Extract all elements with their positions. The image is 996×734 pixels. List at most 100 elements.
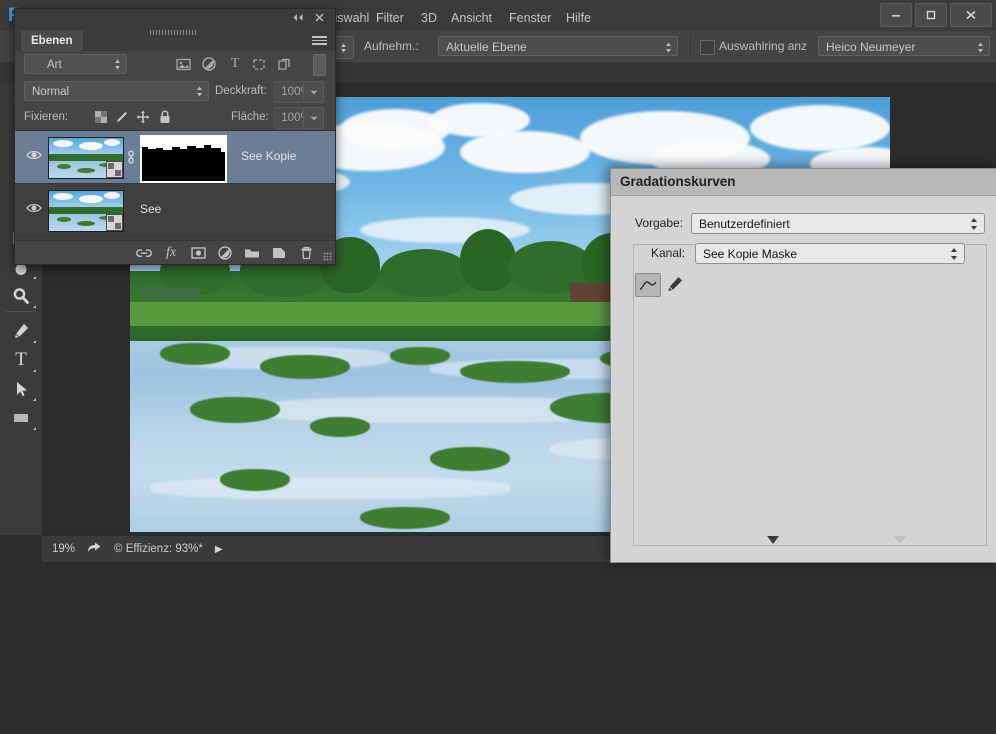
- layer-kind-select[interactable]: Art: [24, 54, 127, 74]
- path-selection-tool[interactable]: [4, 374, 38, 403]
- layer-thumbnail[interactable]: [48, 137, 124, 179]
- new-layer-icon[interactable]: [268, 244, 290, 262]
- preset-value: Benutzerdefiniert: [699, 217, 790, 231]
- type-glyph: T: [230, 56, 240, 71]
- rectangle-tool[interactable]: [4, 403, 38, 432]
- selection-ring-label: Auswahlring anz: [719, 39, 808, 53]
- layer-name[interactable]: See: [140, 202, 161, 216]
- chevron-updown-icon: [665, 40, 672, 55]
- window-controls: [880, 2, 992, 28]
- filter-smart-object-icon[interactable]: [274, 55, 294, 73]
- filter-enable-toggle[interactable]: [313, 54, 326, 76]
- lock-label: Fixieren:: [24, 111, 69, 123]
- zoom-level[interactable]: 19%: [52, 543, 75, 555]
- add-layer-mask-icon[interactable]: [187, 244, 209, 262]
- sample-select-value: Aktuelle Ebene: [446, 40, 527, 54]
- blend-mode-value: Normal: [32, 86, 70, 98]
- dodge-tool[interactable]: [4, 281, 38, 310]
- cloud: [750, 105, 890, 151]
- close-icon[interactable]: [315, 12, 324, 24]
- panel-scroll-grip[interactable]: [150, 30, 196, 35]
- filter-shape-icon[interactable]: [249, 55, 269, 73]
- chevron-updown-icon: [196, 85, 203, 105]
- lock-image-icon[interactable]: [112, 108, 131, 126]
- blend-mode-row: Normal Deckkraft: 100%: [15, 78, 335, 104]
- curves-dialog-titlebar[interactable]: Gradationskurven: [611, 169, 996, 196]
- type-tool[interactable]: T: [4, 345, 38, 374]
- layer-name[interactable]: See Kopie: [241, 149, 296, 163]
- channel-select[interactable]: See Kopie Maske: [695, 243, 965, 264]
- layers-panel: Ebenen Art T Normal Deckkraft: 100% Fixi…: [14, 8, 336, 265]
- new-adjustment-layer-icon[interactable]: [214, 244, 236, 262]
- fill-dropdown-button[interactable]: [303, 107, 324, 129]
- new-group-icon[interactable]: [241, 244, 263, 262]
- water-plant: [460, 361, 570, 383]
- curve-edit-icon[interactable]: [635, 273, 661, 297]
- table-row[interactable]: See: [15, 184, 335, 237]
- menu-item-fenster[interactable]: Fenster: [505, 9, 555, 27]
- layer-list[interactable]: See Kopie See: [15, 130, 335, 241]
- close-button[interactable]: [950, 3, 992, 27]
- tool-divider: [6, 311, 36, 312]
- smart-object-badge-icon: [106, 161, 123, 178]
- photoshop-window: Ps DateiBearbeitenBildEbeneSchriftAuswah…: [0, 0, 996, 563]
- table-row[interactable]: See Kopie: [15, 131, 335, 184]
- panel-menu-icon[interactable]: [312, 36, 327, 46]
- layers-panel-titlebar[interactable]: [15, 9, 335, 30]
- maximize-button[interactable]: [915, 3, 947, 27]
- user-select[interactable]: Heico Neumeyer: [818, 36, 990, 56]
- minimize-button[interactable]: [880, 3, 912, 27]
- black-point-marker[interactable]: [766, 536, 779, 544]
- lock-transparency-icon[interactable]: [91, 108, 110, 126]
- layer-thumbnail[interactable]: [48, 190, 124, 232]
- pencil-icon[interactable]: [663, 273, 687, 295]
- share-icon[interactable]: [87, 541, 102, 557]
- filter-type-icon[interactable]: T: [225, 55, 245, 73]
- cloud: [460, 131, 590, 173]
- status-expand-arrow-icon[interactable]: ▶: [215, 544, 223, 555]
- water-plant: [430, 447, 510, 471]
- tab-ebenen[interactable]: Ebenen: [21, 30, 83, 51]
- user-select-value: Heico Neumeyer: [826, 40, 916, 54]
- lock-position-icon[interactable]: [133, 108, 152, 126]
- layer-visibility-icon[interactable]: [26, 202, 42, 218]
- menu-item-filter[interactable]: Filter: [372, 9, 408, 27]
- white-point-marker[interactable]: [893, 536, 906, 544]
- sample-select[interactable]: Aktuelle Ebene: [438, 36, 678, 56]
- tool-corner-triangle-icon: [33, 427, 36, 430]
- chevron-updown-icon: [114, 58, 121, 78]
- link-layers-icon[interactable]: [133, 244, 155, 262]
- preset-select[interactable]: Benutzerdefiniert: [691, 213, 985, 234]
- lock-all-icon[interactable]: [155, 108, 174, 126]
- options-divider: [690, 36, 691, 57]
- mask-link-icon[interactable]: [125, 148, 137, 166]
- layer-visibility-icon[interactable]: [26, 149, 42, 165]
- channel-value: See Kopie Maske: [703, 247, 798, 261]
- menu-item-hilfe[interactable]: Hilfe: [562, 9, 595, 27]
- water-plant: [360, 507, 450, 529]
- pen-tool[interactable]: [4, 316, 38, 345]
- water-plant: [160, 343, 230, 365]
- menu-item-3d[interactable]: 3D: [417, 9, 441, 27]
- cloud: [430, 103, 530, 137]
- water-plant: [310, 417, 370, 437]
- opacity-dropdown-button[interactable]: [303, 81, 324, 103]
- layer-mask-thumbnail[interactable]: [140, 135, 227, 183]
- layers-panel-bottom-bar: fx: [15, 240, 335, 264]
- chevron-updown-icon: [950, 247, 958, 263]
- tab-ebenen-label: Ebenen: [31, 34, 73, 47]
- filter-adjustment-icon[interactable]: [199, 55, 219, 73]
- tool-corner-triangle-icon: [33, 398, 36, 401]
- panel-resize-grip[interactable]: [323, 252, 332, 261]
- menu-item-ansicht[interactable]: Ansicht: [447, 9, 496, 27]
- blend-mode-select[interactable]: Normal: [24, 81, 209, 101]
- collapse-icon[interactable]: [292, 13, 305, 25]
- selection-ring-checkbox[interactable]: [700, 40, 715, 55]
- delete-layer-icon[interactable]: [295, 244, 317, 262]
- filter-pixel-icon[interactable]: [173, 55, 193, 73]
- tree: [380, 249, 470, 297]
- layer-style-fx-icon[interactable]: fx: [160, 244, 182, 262]
- palm-tree: [460, 229, 516, 291]
- tool-corner-triangle-icon: [33, 276, 36, 279]
- layer-filter-row: Art T: [15, 51, 335, 78]
